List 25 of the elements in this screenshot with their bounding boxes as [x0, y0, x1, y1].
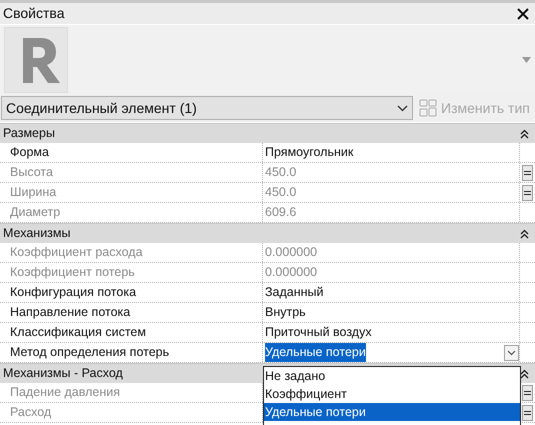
property-value: 450.0: [265, 164, 296, 181]
property-name: Коэффициент расхода: [0, 243, 263, 262]
property-value: Заданный: [265, 284, 324, 301]
property-name: Падение давления: [0, 383, 263, 402]
property-value: 0.000000: [265, 244, 318, 261]
section-title: Размеры: [3, 125, 55, 142]
property-name: Ширина: [0, 183, 263, 202]
property-value: Внутрь: [265, 304, 306, 321]
property-name: Форма: [0, 143, 263, 162]
property-name: Классификация систем: [0, 323, 263, 342]
property-value: 450.0: [265, 184, 296, 201]
section-title: Механизмы - Расход: [3, 365, 123, 382]
property-name: Диаметр: [0, 203, 263, 222]
property-name: Коэффициент потерь: [0, 263, 263, 282]
property-name: Метод определения потерь: [0, 343, 263, 362]
property-value: Приточный воздух: [265, 324, 372, 341]
property-value: 0.000000: [265, 264, 318, 281]
property-name: Направление потока: [0, 303, 263, 322]
property-name: Конфигурация потока: [0, 283, 263, 302]
section-title: Механизмы: [3, 225, 70, 242]
property-name: Высота: [0, 163, 263, 182]
property-name: Расход: [0, 403, 263, 422]
property-value: 609.6: [265, 204, 296, 221]
panel-title: Свойства: [3, 4, 64, 23]
property-value: Прямоугольник: [265, 144, 354, 161]
